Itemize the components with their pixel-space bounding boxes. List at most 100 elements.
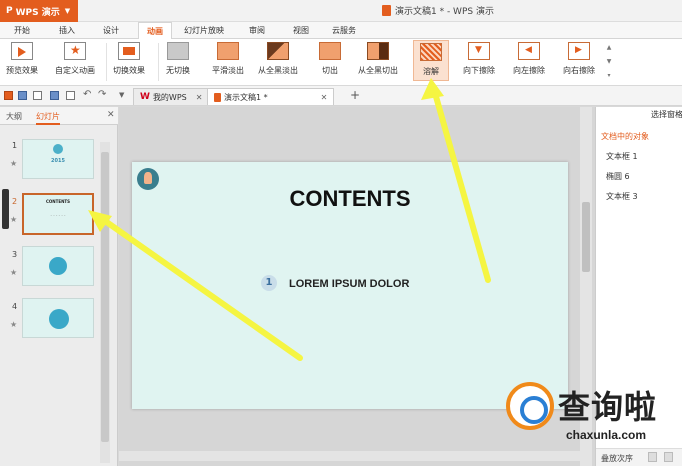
transition-label: 平滑淡出 <box>212 66 244 75</box>
watermark-text: 查询啦 <box>558 388 658 426</box>
preview-icon[interactable] <box>66 91 75 100</box>
item-number-badge[interactable]: 1 <box>261 275 277 291</box>
close-icon[interactable]: ✕ <box>196 93 203 102</box>
transition-fade[interactable]: 平滑淡出 <box>212 42 244 76</box>
preview-effect-button[interactable]: 预览效果 <box>6 42 38 76</box>
current-slide[interactable]: CONTENTS 1 LOREM IPSUM DOLOR <box>132 162 568 409</box>
slide-thumbnail-3[interactable] <box>22 246 94 286</box>
thumb-title: CONTENTS <box>45 199 71 204</box>
object-item[interactable]: 文本框 1 <box>606 151 638 162</box>
watermark-url: chaxunla.com <box>566 428 647 442</box>
separator <box>158 43 159 81</box>
add-tab-icon[interactable]: + <box>350 88 360 102</box>
tab-cloud[interactable]: 云服务 <box>332 25 356 36</box>
transition-label: 向下擦除 <box>463 66 495 75</box>
circle-icon <box>49 309 69 329</box>
tab-my-wps[interactable]: W 我的WPS ✕ <box>133 88 210 105</box>
slide-number: 1 <box>12 141 18 150</box>
app-menu-button[interactable]: P WPS 演示 ▼ <box>0 0 78 22</box>
wipe-down-icon <box>468 42 490 60</box>
tab-slides[interactable]: 幻灯片 <box>36 111 60 125</box>
fade-icon <box>217 42 239 60</box>
customize-icon[interactable]: ▼ <box>119 91 124 99</box>
tab-my-wps-label: 我的WPS <box>152 92 187 102</box>
wps-w-icon: W <box>140 92 150 102</box>
undo-icon[interactable]: ↶ <box>83 89 91 100</box>
redo-icon[interactable]: ↷ <box>98 89 106 100</box>
tab-slideshow[interactable]: 幻灯片放映 <box>184 25 224 36</box>
slide-thumbnail-2[interactable]: CONTENTS - - - - - - <box>22 193 94 235</box>
print-icon[interactable] <box>50 91 59 100</box>
save-icon[interactable] <box>18 91 27 100</box>
tab-review[interactable]: 审阅 <box>249 25 265 36</box>
transition-dissolve[interactable]: 溶解 <box>413 40 449 81</box>
tab-design[interactable]: 设计 <box>103 25 119 36</box>
more-icon[interactable]: ▾ <box>604 69 614 83</box>
slide-item-text[interactable]: LOREM IPSUM DOLOR <box>289 278 409 290</box>
ribbon-tabs: 开始 插入 设计 动画 幻灯片放映 审阅 视图 云服务 <box>0 22 682 40</box>
fade-black-icon <box>267 42 289 60</box>
wipe-left-icon <box>518 42 540 60</box>
slide-title[interactable]: CONTENTS <box>132 186 568 212</box>
tab-outline[interactable]: 大纲 <box>6 111 22 122</box>
transition-wipe-left[interactable]: 向左擦除 <box>513 42 545 76</box>
search-logo-icon <box>506 382 554 430</box>
star-icon: ★ <box>10 268 18 277</box>
scroll-up-icon[interactable]: ▲ <box>604 41 614 55</box>
separator <box>106 43 107 81</box>
scroll-down-icon[interactable]: ▼ <box>604 55 614 69</box>
app-name: WPS 演示 <box>15 7 60 18</box>
no-transition-icon <box>167 42 189 60</box>
star-icon <box>64 42 86 60</box>
tab-document[interactable]: 演示文稿1 * ✕ <box>207 88 335 105</box>
object-item[interactable]: 文本框 3 <box>606 191 638 202</box>
quick-access-toolbar: ↶ ↷ ▼ W 我的WPS ✕ 演示文稿1 * ✕ + <box>0 86 682 106</box>
transition-cut[interactable]: 切出 <box>319 42 341 76</box>
panel-scrollbar[interactable] <box>100 142 110 463</box>
star-icon: ★ <box>10 159 18 168</box>
custom-animation-button[interactable]: 自定义动画 <box>55 42 95 76</box>
star-icon: ★ <box>10 320 18 329</box>
close-icon[interactable]: ✕ <box>321 93 328 102</box>
thumb-line: - - - - - - <box>50 213 66 218</box>
slide-thumbnail-4[interactable] <box>22 298 94 338</box>
pane-subtitle: 文档中的对象 <box>601 132 649 141</box>
transition-label: 从全黑切出 <box>358 66 398 75</box>
logo-icon <box>53 144 63 154</box>
window-title: 演示文稿1 * - WPS 演示 <box>382 4 494 17</box>
gallery-scroll[interactable]: ▲ ▼ ▾ <box>604 41 614 83</box>
transition-none[interactable]: 无切换 <box>166 42 190 76</box>
transition-label: 从全黑淡出 <box>258 66 298 75</box>
transition-label: 无切换 <box>166 66 190 75</box>
tab-insert[interactable]: 插入 <box>59 25 75 36</box>
wipe-right-icon <box>568 42 590 60</box>
export-icon[interactable] <box>33 91 42 100</box>
transition-icon <box>118 42 140 60</box>
cut-icon <box>319 42 341 60</box>
transition-label: 向右擦除 <box>563 66 595 75</box>
switch-effect-label: 切换效果 <box>113 66 145 75</box>
tab-view[interactable]: 视图 <box>293 25 309 36</box>
slide-number: 4 <box>12 302 18 311</box>
slide-thumbnail-1[interactable]: 2015 <box>22 139 94 179</box>
number-circle-icon <box>49 257 67 275</box>
side-handle[interactable] <box>2 189 9 229</box>
tab-animation[interactable]: 动画 <box>138 22 172 40</box>
switch-effect-button[interactable]: 切换效果 <box>113 42 145 76</box>
tab-start[interactable]: 开始 <box>14 25 30 36</box>
transition-label: 向左擦除 <box>513 66 545 75</box>
close-icon[interactable]: ✕ <box>107 110 115 120</box>
transition-cut-black[interactable]: 从全黑切出 <box>358 42 398 76</box>
title-bar: P WPS 演示 ▼ 演示文稿1 * - WPS 演示 <box>0 0 682 22</box>
scroll-thumb[interactable] <box>101 152 109 442</box>
open-icon[interactable] <box>4 91 13 100</box>
chevron-down-icon: ▼ <box>64 7 71 15</box>
transition-wipe-right[interactable]: 向右擦除 <box>563 42 595 76</box>
transition-wipe-down[interactable]: 向下擦除 <box>463 42 495 76</box>
transition-fade-black[interactable]: 从全黑淡出 <box>258 42 298 76</box>
dissolve-icon <box>420 43 442 61</box>
object-item[interactable]: 椭圆 6 <box>606 171 630 182</box>
scroll-thumb[interactable] <box>582 202 590 272</box>
slide-number: 2 <box>12 197 18 206</box>
custom-animation-label: 自定义动画 <box>55 66 95 75</box>
